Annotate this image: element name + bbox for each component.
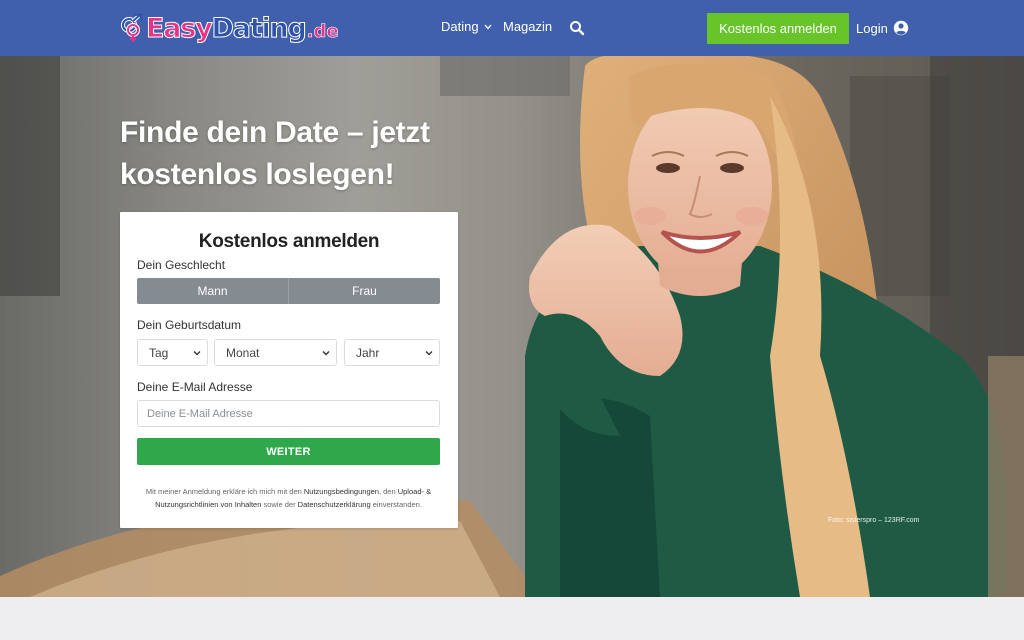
terms-link[interactable]: Nutzungsbedingungen [304,487,379,496]
birth-day-select[interactable]: Tag [137,339,208,366]
login-link[interactable]: Login [856,18,909,38]
birth-month-value: Monat [226,345,260,360]
gender-symbols-icon [121,13,143,42]
nav-magazin-link[interactable]: Magazin [503,19,552,34]
below-hero-band [0,597,1024,640]
hero-headline: Finde dein Date – jetzt kostenlos losleg… [120,116,430,191]
birth-month-select[interactable]: Monat [214,339,337,366]
chevron-down-icon [193,351,201,356]
gender-option-frau[interactable]: Frau [288,278,440,304]
birth-year-select[interactable]: Jahr [344,339,440,366]
search-icon[interactable] [569,20,585,36]
legal-consent-text: Mit meiner Anmeldung erkläre ich mich mi… [137,486,440,511]
legal-text-part1: Mit meiner Anmeldung erkläre ich mich mi… [145,487,304,496]
signup-form-card: Kostenlos anmelden Dein Geschlecht Mann … [120,212,458,528]
legal-text-part3: sowie der [261,499,298,509]
birth-year-value: Jahr [356,345,380,360]
birth-day-value: Tag [149,345,169,360]
privacy-policy-link[interactable]: Datenschutzerklärung [298,500,371,509]
birthdate-label: Dein Geburtsdatum [137,318,242,332]
chevron-down-icon [425,351,433,356]
easydating-logo[interactable]: Easy Dating .de [120,10,339,46]
gender-label: Dein Geschlecht [137,258,226,272]
legal-text-part2: , den [378,487,398,496]
nav-dating-label: Dating [441,19,479,34]
photo-credit: Foto: sisterspro – 123RF.com [828,517,920,524]
logo-text-tld: .de [306,20,339,42]
weiter-submit-button[interactable]: WEITER [137,438,440,465]
email-label: Deine E-Mail Adresse [137,380,253,394]
login-label: Login [856,20,888,36]
email-input[interactable] [137,400,440,427]
header-signup-button[interactable]: Kostenlos anmelden [707,13,849,44]
signup-form-title: Kostenlos anmelden [198,231,380,252]
gender-option-mann[interactable]: Mann [137,278,288,304]
logo-text-easy: Easy [146,12,214,44]
gender-toggle: Mann Frau [137,278,440,304]
user-circle-icon [893,20,909,36]
chevron-down-icon [322,351,330,356]
legal-text-part4: einverstanden. [370,499,422,509]
logo-text-dating: Dating [211,12,307,44]
top-navigation-bar: Easy Dating .de Dating Magazin Kostenlos… [0,0,1024,56]
nav-dating-menu[interactable]: Dating [441,19,492,34]
chevron-down-icon [484,24,492,30]
